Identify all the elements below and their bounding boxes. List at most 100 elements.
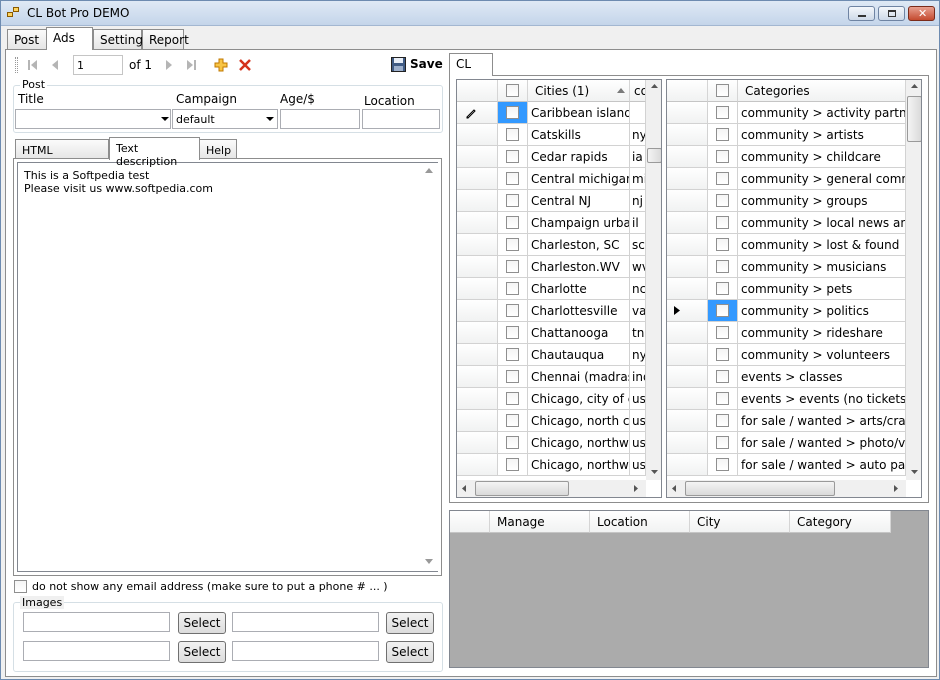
categories-horizontal-scrollbar[interactable] bbox=[667, 480, 906, 497]
row-header[interactable] bbox=[667, 322, 708, 344]
category-row[interactable]: for sale / wanted > arts/crafts for sale bbox=[667, 410, 906, 432]
row-header[interactable] bbox=[457, 212, 498, 234]
age-input[interactable] bbox=[280, 109, 360, 129]
tab-text-description[interactable]: Text description bbox=[109, 137, 200, 168]
category-row[interactable]: events > events (no tickets please) bbox=[667, 388, 906, 410]
city-row[interactable]: Catskills ny bbox=[457, 124, 646, 146]
category-checkbox-cell[interactable] bbox=[708, 432, 738, 454]
city-checkbox[interactable] bbox=[506, 436, 519, 449]
tab-post[interactable]: Post bbox=[7, 29, 47, 50]
city-row[interactable]: Caribbean islands bbox=[457, 102, 646, 124]
category-checkbox-cell[interactable] bbox=[708, 256, 738, 278]
city-checkbox-cell[interactable] bbox=[498, 256, 528, 278]
city-column-header[interactable]: City bbox=[690, 511, 790, 533]
category-row[interactable]: community > volunteers bbox=[667, 344, 906, 366]
city-checkbox[interactable] bbox=[506, 458, 519, 471]
category-checkbox[interactable] bbox=[716, 238, 729, 251]
row-header[interactable] bbox=[667, 102, 708, 124]
city-checkbox-cell[interactable] bbox=[498, 454, 528, 476]
row-header[interactable] bbox=[667, 410, 708, 432]
tab-html-description[interactable]: HTML description bbox=[15, 139, 109, 170]
category-row[interactable]: for sale / wanted > photo/video for sale bbox=[667, 432, 906, 454]
category-checkbox[interactable] bbox=[716, 326, 729, 339]
select-image-button-2[interactable]: Select bbox=[386, 612, 434, 634]
cities-horizontal-scrollbar[interactable] bbox=[457, 480, 646, 497]
city-checkbox-cell[interactable] bbox=[498, 300, 528, 322]
city-checkbox[interactable] bbox=[506, 260, 519, 273]
category-checkbox[interactable] bbox=[716, 150, 729, 163]
cities-column-header[interactable]: Cities (1) bbox=[528, 80, 630, 102]
image-path-input-1[interactable] bbox=[23, 612, 170, 632]
row-header[interactable] bbox=[667, 344, 708, 366]
category-checkbox[interactable] bbox=[716, 260, 729, 273]
city-row[interactable]: Central michigan mi bbox=[457, 168, 646, 190]
manage-column-header[interactable]: Manage bbox=[490, 511, 590, 533]
category-row[interactable]: community > local news and views bbox=[667, 212, 906, 234]
city-row[interactable]: Charleston.WVwv bbox=[457, 256, 646, 278]
category-row[interactable]: community > politics bbox=[667, 300, 906, 322]
scroll-thumb[interactable] bbox=[475, 481, 569, 496]
city-checkbox-cell[interactable] bbox=[498, 234, 528, 256]
category-checkbox-cell[interactable] bbox=[708, 388, 738, 410]
delete-button[interactable] bbox=[237, 57, 253, 73]
select-all-categories-header[interactable] bbox=[708, 80, 738, 102]
city-checkbox-cell[interactable] bbox=[498, 190, 528, 212]
location-input[interactable] bbox=[362, 109, 440, 129]
category-checkbox-cell[interactable] bbox=[708, 168, 738, 190]
category-checkbox[interactable] bbox=[716, 458, 729, 471]
row-header[interactable] bbox=[667, 432, 708, 454]
row-header[interactable] bbox=[667, 234, 708, 256]
category-checkbox-cell[interactable] bbox=[708, 102, 738, 124]
city-checkbox-cell[interactable] bbox=[498, 168, 528, 190]
category-checkbox[interactable] bbox=[716, 282, 729, 295]
row-header[interactable] bbox=[457, 278, 498, 300]
city-row[interactable]: Charlottesville va bbox=[457, 300, 646, 322]
category-checkbox[interactable] bbox=[716, 348, 729, 361]
category-checkbox[interactable] bbox=[716, 172, 729, 185]
row-header[interactable] bbox=[457, 322, 498, 344]
maximize-button[interactable] bbox=[878, 6, 905, 21]
row-header[interactable] bbox=[457, 432, 498, 454]
row-header[interactable] bbox=[457, 124, 498, 146]
city-row[interactable]: Cedar rapids ia bbox=[457, 146, 646, 168]
row-header[interactable] bbox=[667, 300, 708, 322]
category-checkbox-cell[interactable] bbox=[708, 124, 738, 146]
city-checkbox[interactable] bbox=[506, 150, 519, 163]
row-header[interactable] bbox=[667, 146, 708, 168]
category-checkbox[interactable] bbox=[716, 216, 729, 229]
row-header[interactable] bbox=[667, 366, 708, 388]
row-header[interactable] bbox=[457, 168, 498, 190]
row-header[interactable] bbox=[457, 410, 498, 432]
row-header[interactable] bbox=[457, 366, 498, 388]
row-header[interactable] bbox=[457, 102, 498, 124]
text-description-textarea[interactable]: This is a Softpedia test Please visit us… bbox=[17, 162, 438, 572]
city-checkbox-cell[interactable] bbox=[498, 322, 528, 344]
category-checkbox-cell[interactable] bbox=[708, 344, 738, 366]
city-row[interactable]: Charleston, SC sc bbox=[457, 234, 646, 256]
city-checkbox[interactable] bbox=[506, 106, 519, 119]
select-all-cities-checkbox[interactable] bbox=[506, 84, 519, 97]
minimize-button[interactable] bbox=[848, 6, 875, 21]
city-checkbox-cell[interactable] bbox=[498, 366, 528, 388]
category-row[interactable]: community > musicians bbox=[667, 256, 906, 278]
tab-settings[interactable]: Settings bbox=[93, 29, 149, 50]
category-checkbox[interactable] bbox=[716, 392, 729, 405]
row-header[interactable] bbox=[457, 146, 498, 168]
image-path-input-2[interactable] bbox=[232, 612, 379, 632]
tab-cl[interactable]: CL bbox=[449, 53, 493, 76]
category-row[interactable]: community > artists bbox=[667, 124, 906, 146]
row-header[interactable] bbox=[457, 454, 498, 476]
category-checkbox-cell[interactable] bbox=[708, 190, 738, 212]
city-row[interactable]: Chautauqua ny bbox=[457, 344, 646, 366]
select-image-button-3[interactable]: Select bbox=[178, 641, 226, 663]
category-row[interactable]: community > childcare bbox=[667, 146, 906, 168]
category-checkbox-cell[interactable] bbox=[708, 234, 738, 256]
city-checkbox[interactable] bbox=[506, 348, 519, 361]
category-row[interactable]: for sale / wanted > auto parts bbox=[667, 454, 906, 476]
image-path-input-3[interactable] bbox=[23, 641, 170, 661]
category-checkbox-cell[interactable] bbox=[708, 366, 738, 388]
row-header[interactable] bbox=[667, 388, 708, 410]
row-header[interactable] bbox=[667, 212, 708, 234]
city-checkbox[interactable] bbox=[506, 414, 519, 427]
category-checkbox-cell[interactable] bbox=[708, 410, 738, 432]
